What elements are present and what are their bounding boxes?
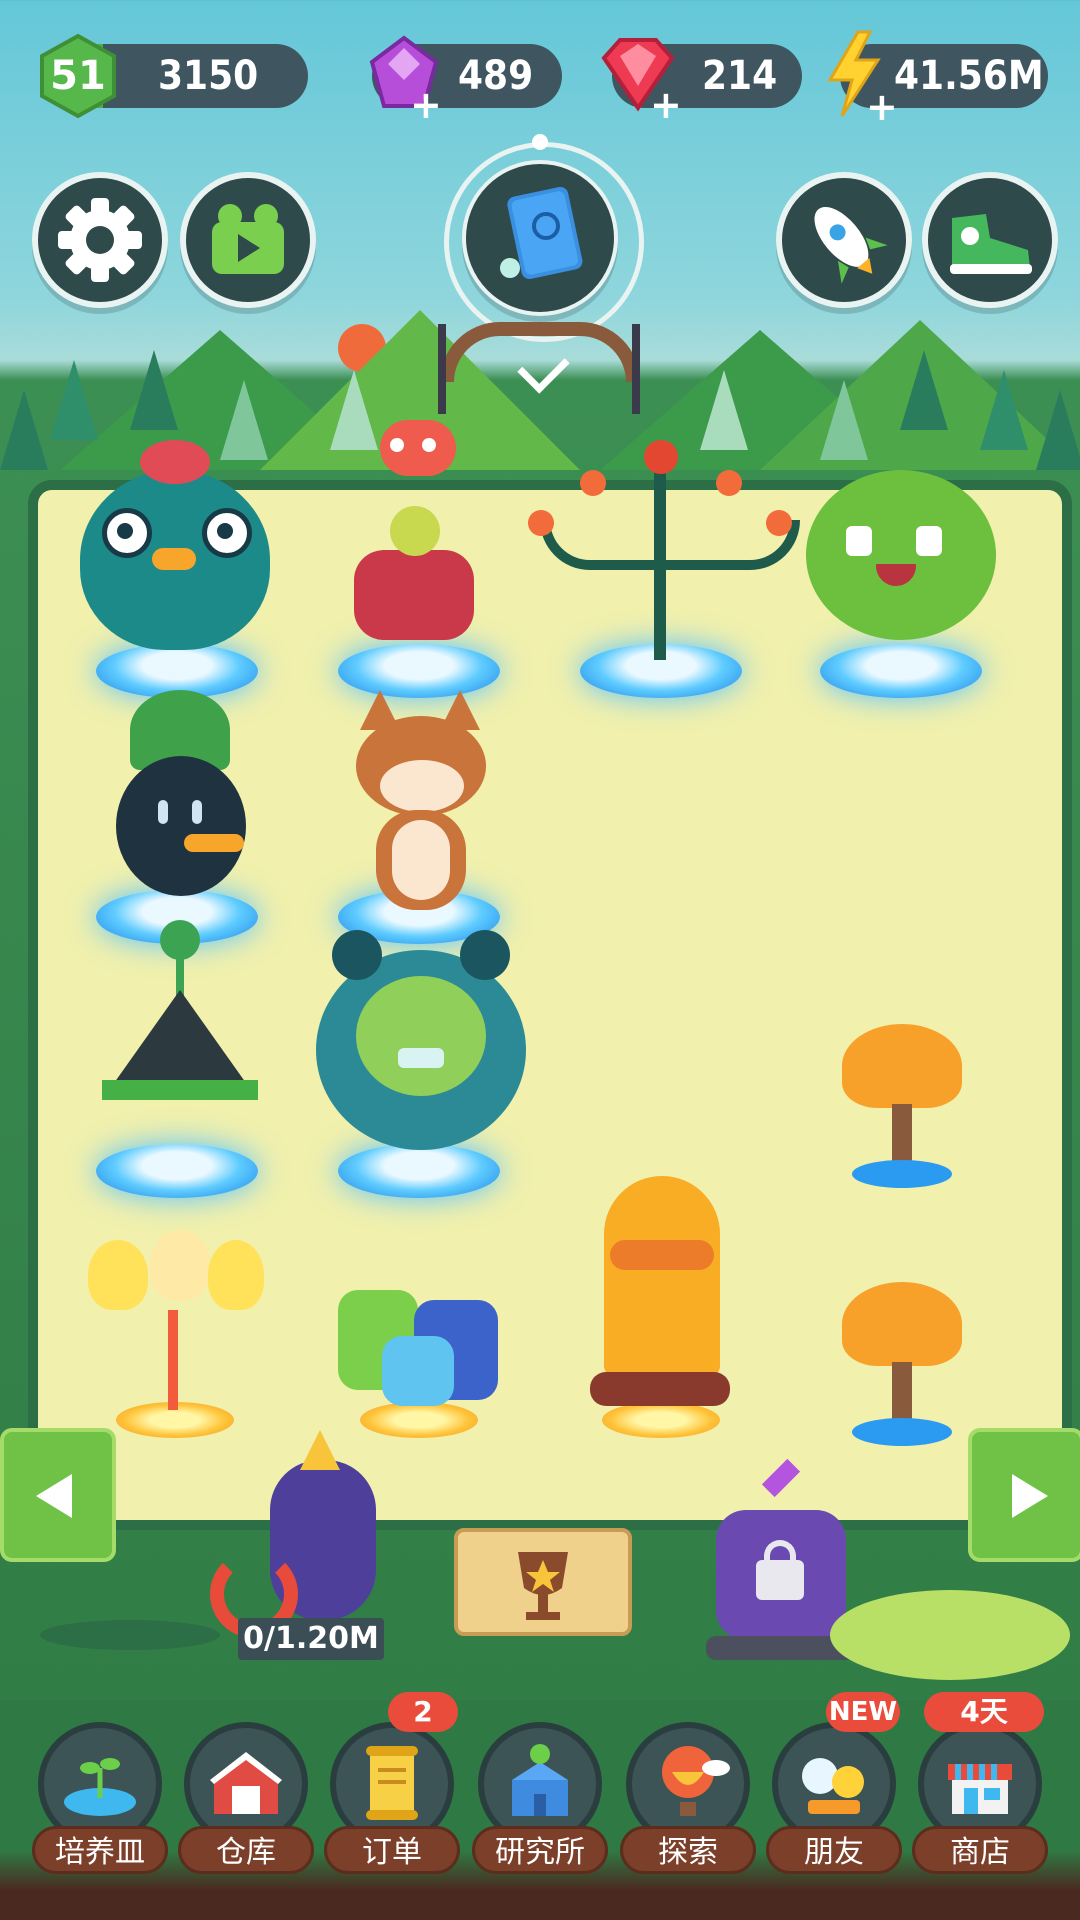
leafy-monster-creature[interactable] xyxy=(796,460,1006,660)
rocket-icon xyxy=(814,207,888,284)
orders-badge: 2 xyxy=(388,1692,458,1732)
magnet-monster-creature[interactable] xyxy=(210,1430,380,1638)
duck-tower-creature[interactable] xyxy=(590,1176,740,1406)
gate-post xyxy=(438,324,446,414)
balloon-icon xyxy=(662,1746,730,1816)
red-gem-value: 214 xyxy=(702,53,778,99)
friends-badge: NEW xyxy=(826,1692,900,1732)
sneaker-icon xyxy=(950,214,1032,274)
gold-pedestal xyxy=(602,1402,720,1438)
add-purple-gem-icon[interactable]: + xyxy=(410,86,442,124)
nav-label: 商店 xyxy=(912,1826,1048,1874)
rocket-button[interactable] xyxy=(776,172,912,308)
fox-creature[interactable] xyxy=(330,690,510,910)
tree xyxy=(1036,390,1080,470)
chick-tree-creature[interactable] xyxy=(88,1230,268,1410)
next-page-button[interactable] xyxy=(968,1428,1080,1562)
arrow-right-icon xyxy=(1012,1474,1048,1518)
nav-orders[interactable]: 订单 xyxy=(324,1722,460,1874)
nav-label: 朋友 xyxy=(766,1826,902,1874)
shop-badge: 4天 xyxy=(924,1692,1044,1732)
orange-bear-tree-creature[interactable] xyxy=(842,1024,962,1188)
nav-shop[interactable]: 商店 xyxy=(912,1722,1048,1874)
tree xyxy=(130,350,178,430)
nav-friends[interactable]: 朋友 xyxy=(766,1722,902,1874)
orange-bear-tree-creature[interactable] xyxy=(842,1282,962,1446)
add-energy-icon[interactable]: + xyxy=(866,88,898,126)
tree xyxy=(0,390,48,470)
arrow-left-icon xyxy=(36,1474,72,1518)
nav-warehouse[interactable]: 仓库 xyxy=(178,1722,314,1874)
tree xyxy=(980,370,1028,450)
video-icon xyxy=(212,204,284,274)
prev-page-button[interactable] xyxy=(0,1428,116,1562)
shop-icon xyxy=(948,1764,1012,1814)
nav-explore[interactable]: 探索 xyxy=(620,1722,756,1874)
teal-bird-creature[interactable] xyxy=(70,440,280,650)
energy-value: 41.56M xyxy=(894,53,1044,99)
pedestal xyxy=(96,1144,258,1198)
nav-label: 仓库 xyxy=(178,1826,314,1874)
pedestal xyxy=(338,1144,500,1198)
book-button[interactable] xyxy=(462,160,618,316)
nav-label: 订单 xyxy=(324,1826,460,1874)
add-red-gem-icon[interactable]: + xyxy=(650,86,682,124)
book-icon xyxy=(500,186,583,279)
sneaker-button[interactable] xyxy=(922,172,1058,308)
side-island xyxy=(40,1620,220,1650)
scroll-icon xyxy=(366,1746,418,1820)
gate-post xyxy=(632,324,640,414)
petri-dish-icon xyxy=(64,1758,136,1816)
lab-icon xyxy=(512,1744,568,1816)
xp-value: 3150 xyxy=(158,53,259,99)
gear-icon xyxy=(58,198,142,282)
level-value: 51 xyxy=(50,53,106,99)
purple-gem-value: 489 xyxy=(458,53,534,99)
tree xyxy=(900,350,948,430)
pineapple-penguin-creature[interactable] xyxy=(96,690,266,900)
ring-dot xyxy=(532,134,548,150)
nav-label: 探索 xyxy=(620,1826,756,1874)
settings-button[interactable] xyxy=(32,172,168,308)
nav-label: 研究所 xyxy=(472,1826,608,1874)
level-badge[interactable]: 51 xyxy=(36,33,120,119)
tree xyxy=(700,370,748,450)
frog-bowtie-creature[interactable] xyxy=(316,930,526,1150)
video-button[interactable] xyxy=(180,172,316,308)
barn-icon xyxy=(210,1752,282,1814)
cat-trio-creature[interactable] xyxy=(338,1280,508,1410)
nav-research[interactable]: 研究所 xyxy=(472,1722,608,1874)
spiky-bell-creature[interactable] xyxy=(96,920,266,1150)
nav-label: 培养皿 xyxy=(32,1826,168,1874)
friends-icon xyxy=(802,1758,864,1814)
nav-petri-dish[interactable]: 培养皿 xyxy=(32,1722,168,1874)
side-island xyxy=(830,1590,1070,1680)
tree xyxy=(820,380,868,460)
candelabra-tree-creature[interactable] xyxy=(520,440,800,660)
trophy-icon xyxy=(518,1552,568,1620)
tree xyxy=(50,360,98,440)
collect-progress-label: 0/1.20M xyxy=(238,1618,384,1660)
snake-plant-creature[interactable] xyxy=(350,420,490,660)
trophy-button[interactable] xyxy=(454,1528,632,1636)
